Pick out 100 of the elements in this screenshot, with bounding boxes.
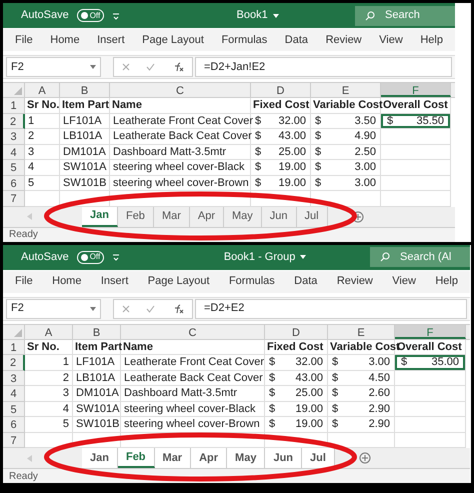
ribbon-tab[interactable]: Formulas: [228, 273, 275, 290]
sheet-tab[interactable]: Jul: [302, 448, 335, 468]
caret-icon[interactable]: [272, 14, 279, 18]
currency-symbol: $: [332, 417, 338, 432]
table-cell: Dashboard Matt-3.5mtr: [121, 386, 265, 402]
autosave-toggle[interactable]: Off: [76, 9, 104, 22]
workbook-title[interactable]: Book1: [236, 7, 268, 24]
column-header[interactable]: C: [121, 324, 265, 338]
column-header[interactable]: B: [60, 83, 110, 97]
caret-icon[interactable]: [300, 255, 306, 259]
amount-value: 35.50: [416, 114, 444, 128]
currency-symbol: $: [255, 114, 262, 128]
sheet-tab[interactable]: Jul: [296, 206, 328, 226]
row-number[interactable]: 6: [3, 176, 25, 191]
sheet-tab[interactable]: Feb: [118, 206, 154, 226]
amount-value: 43.00: [295, 370, 323, 386]
amount-value: 25.00: [278, 144, 306, 160]
ribbon-tab[interactable]: View: [392, 273, 416, 290]
sheet-tab[interactable]: Apr: [191, 448, 228, 468]
enter-check-icon[interactable]: [146, 63, 156, 71]
amount-value: 3.00: [368, 355, 390, 370]
selected-cell[interactable]: $ 35.50: [381, 114, 450, 128]
sheet-tab[interactable]: Jan: [82, 206, 118, 226]
row-number[interactable]: 5: [3, 402, 25, 417]
ribbon-tab[interactable]: Formulas: [221, 32, 268, 48]
amount-value: 3.00: [354, 160, 376, 175]
ribbon-tab[interactable]: File: [15, 32, 33, 48]
enter-check-icon[interactable]: [146, 304, 156, 312]
ribbon-tab[interactable]: File: [15, 273, 33, 290]
formula-field[interactable]: =D2+Jan!E2: [195, 57, 452, 77]
column-header[interactable]: A: [25, 324, 73, 338]
row-number[interactable]: 6: [3, 417, 25, 432]
column-header[interactable]: D: [265, 324, 328, 338]
column-header[interactable]: C: [110, 83, 251, 97]
row-number[interactable]: 1: [3, 340, 25, 355]
add-sheet-icon[interactable]: [358, 452, 371, 464]
sheet-tab[interactable]: Jun: [265, 448, 302, 468]
column-header[interactable]: D: [251, 83, 311, 97]
sheet-tab[interactable]: Apr: [190, 206, 224, 226]
row-number[interactable]: 1: [3, 98, 25, 114]
search-icon: [380, 252, 390, 262]
ribbon-tab[interactable]: View: [379, 32, 403, 48]
sheet-tab[interactable]: Jun: [262, 206, 297, 226]
currency-symbol: $: [255, 129, 262, 144]
sheet-tab[interactable]: Mar: [154, 206, 190, 226]
amount-value: 2.90: [368, 417, 390, 432]
row-number[interactable]: 4: [3, 144, 25, 160]
column-title: Fixed Cost: [253, 98, 310, 113]
cancel-icon[interactable]: [122, 63, 130, 71]
ribbon-tab[interactable]: Data: [294, 273, 318, 290]
row-number[interactable]: 7: [3, 191, 25, 206]
customize-menu-icon[interactable]: [112, 253, 120, 261]
add-sheet-icon[interactable]: [352, 210, 364, 222]
row-number[interactable]: 2: [3, 114, 25, 129]
name-box[interactable]: F2: [6, 57, 101, 77]
sheet-tab[interactable]: May: [227, 448, 266, 468]
currency-symbol: $: [269, 370, 276, 386]
table-cell: Leatherate Front Ceat Cover: [121, 355, 265, 370]
ribbon-tab[interactable]: Review: [326, 32, 362, 48]
column-header[interactable]: B: [73, 324, 121, 338]
currency-symbol: $: [332, 402, 338, 416]
table-cell: LF101A: [73, 355, 121, 370]
column-header[interactable]: F: [381, 83, 451, 97]
ribbon-tab[interactable]: Page Layout: [142, 32, 204, 48]
amount-value: 43.00: [278, 129, 306, 144]
sheet-tab[interactable]: Feb: [118, 448, 155, 468]
table-cell: 4: [25, 402, 73, 417]
ribbon-tab[interactable]: Insert: [97, 32, 125, 48]
ribbon-tab[interactable]: Home: [50, 32, 80, 48]
formula-field[interactable]: =D2+E2: [195, 298, 467, 318]
ribbon-tab[interactable]: Help: [435, 273, 458, 290]
cancel-icon[interactable]: [122, 304, 130, 312]
ribbon-tab[interactable]: Help: [420, 32, 443, 48]
ribbon-tab[interactable]: Home: [52, 273, 82, 290]
ribbon-tab[interactable]: Data: [284, 32, 308, 48]
row-number[interactable]: 2: [3, 355, 25, 370]
row-number[interactable]: 5: [3, 160, 25, 176]
sheet-tab[interactable]: May: [224, 206, 262, 226]
column-header[interactable]: A: [25, 83, 60, 97]
name-box[interactable]: F2: [6, 298, 101, 318]
selected-cell[interactable]: $ 35.00: [395, 355, 465, 370]
column-title: Name: [112, 98, 142, 113]
column-header[interactable]: F: [395, 324, 466, 338]
autosave-label: AutoSave: [21, 250, 69, 265]
currency-symbol: $: [315, 160, 322, 175]
table-cell: steering wheel cover-Black: [121, 402, 265, 417]
ribbon-tab[interactable]: Review: [336, 273, 373, 290]
ribbon-tab[interactable]: Page Layout: [148, 273, 210, 290]
sheet-tab[interactable]: Jan: [82, 448, 118, 468]
ribbon-tab[interactable]: Insert: [100, 273, 128, 290]
row-number[interactable]: 3: [3, 370, 25, 386]
workbook-title[interactable]: Book1 - Group: [224, 248, 296, 266]
customize-menu-icon[interactable]: [112, 12, 120, 20]
table-cell: LF101A: [60, 114, 110, 129]
table-cell: Dashboard Matt-3.5mtr: [110, 144, 251, 160]
sheet-tab[interactable]: Mar: [154, 448, 192, 468]
row-number[interactable]: 3: [3, 129, 25, 144]
row-number[interactable]: 7: [3, 432, 25, 448]
row-number[interactable]: 4: [3, 386, 25, 402]
autosave-toggle[interactable]: Off: [76, 250, 104, 264]
